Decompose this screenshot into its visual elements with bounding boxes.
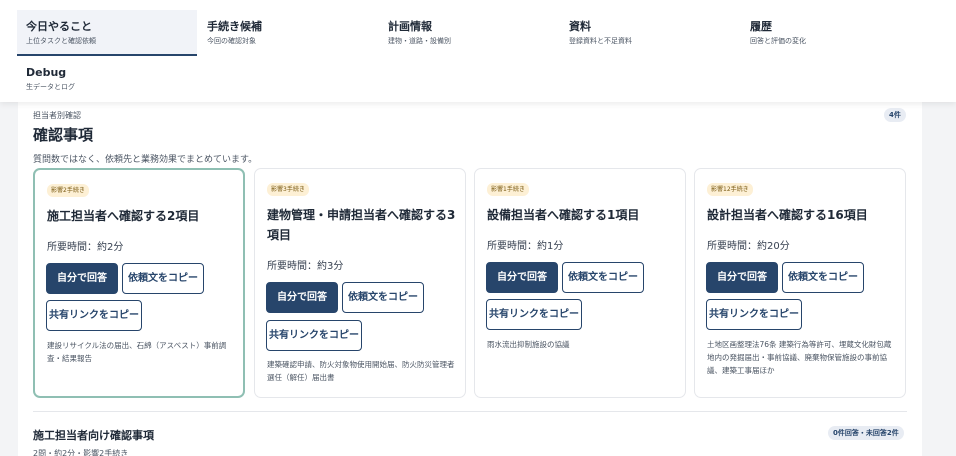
section-title: 確認事項 [33, 126, 94, 144]
card-time: 所要時間：約3分 [267, 261, 344, 272]
copy-share-link-button[interactable]: 共有リンクをコピー [486, 299, 582, 330]
section-description: 質問数ではなく、依頼先と業務効果でまとめています。 [33, 155, 258, 165]
request-card-building-management[interactable]: 影響3手続き 建物管理・申請担当者へ確認する3項目 所要時間：約3分 自分で回答… [254, 168, 466, 398]
copy-request-button[interactable]: 依頼文をコピー [342, 282, 424, 313]
tab-sublabel: 今回の確認対象 [207, 37, 256, 45]
answer-myself-button[interactable]: 自分で回答 [486, 262, 558, 293]
tab-procedure-candidates[interactable]: 手続き候補 今回の確認対象 [198, 10, 378, 56]
card-title: 設計担当者へ確認する16項目 [707, 208, 868, 222]
request-card-equipment[interactable]: 影響1手続き 設備担当者へ確認する1項目 所要時間：約1分 自分で回答 依頼文を… [474, 168, 686, 398]
impact-badge: 影響2手続き [47, 184, 89, 197]
tab-sublabel: 登録資料と不足資料 [569, 37, 632, 45]
tab-plan-info[interactable]: 計画情報 建物・道路・設備別 [379, 10, 559, 56]
card-procedures-note: 土地区画整理法76条 建築行為等許可、埋蔵文化財包蔵地内の発掘届出・事前協議、廃… [707, 340, 892, 375]
card-procedures-note: 雨水流出抑制施設の協議 [487, 340, 570, 349]
tab-label: 資料 [569, 20, 591, 33]
card-time: 所要時間：約20分 [707, 241, 790, 252]
section-eyebrow: 担当者別確認 [33, 111, 81, 120]
card-title: 施工担当者へ確認する2項目 [47, 209, 200, 223]
impact-badge: 影響3手続き [267, 183, 309, 196]
copy-share-link-button[interactable]: 共有リンクをコピー [266, 320, 362, 351]
card-title: 設備担当者へ確認する1項目 [487, 208, 640, 222]
request-card-construction[interactable]: 影響2手続き 施工担当者へ確認する2項目 所要時間：約2分 自分で回答 依頼文を… [33, 168, 245, 398]
copy-request-button[interactable]: 依頼文をコピー [562, 262, 644, 293]
top-navigation: 今日やること 上位タスクと確認依頼 手続き候補 今回の確認対象 計画情報 建物・… [0, 0, 956, 102]
card-title: 建物管理・申請担当者へ確認する3項目 [267, 208, 456, 242]
copy-share-link-button[interactable]: 共有リンクをコピー [706, 299, 802, 330]
answer-status-badge: 0件回答・未回答2件 [828, 426, 904, 440]
request-card-design[interactable]: 影響12手続き 設計担当者へ確認する16項目 所要時間：約20分 自分で回答 依… [694, 168, 906, 398]
tab-label: 計画情報 [388, 20, 432, 33]
card-time: 所要時間：約1分 [487, 241, 564, 252]
tab-sublabel: 生データとログ [26, 83, 75, 91]
count-badge: 4件 [884, 108, 906, 122]
copy-request-button[interactable]: 依頼文をコピー [782, 262, 864, 293]
copy-request-button[interactable]: 依頼文をコピー [122, 263, 204, 294]
tab-history[interactable]: 履歴 回答と評価の変化 [741, 10, 921, 56]
card-procedures-note: 建築確認申請、防火対象物使用開始届、防火防災管理者選任（解任）届出書 [267, 360, 455, 382]
card-time: 所要時間：約2分 [47, 242, 124, 253]
tab-sublabel: 回答と評価の変化 [750, 37, 806, 45]
tab-label: 履歴 [750, 20, 772, 33]
construction-section-meta: 2問・約2分・影響2手続き [33, 449, 129, 456]
copy-share-link-button[interactable]: 共有リンクをコピー [46, 300, 142, 331]
tab-label: Debug [26, 66, 67, 79]
tab-label: 手続き候補 [207, 20, 262, 33]
impact-badge: 影響1手続き [487, 183, 529, 196]
tab-today[interactable]: 今日やること 上位タスクと確認依頼 [17, 10, 197, 56]
answer-myself-button[interactable]: 自分で回答 [706, 262, 778, 293]
card-procedures-note: 建設リサイクル法の届出、石綿（アスベスト）事前調査・結果報告 [47, 341, 227, 363]
tab-debug[interactable]: Debug 生データとログ [17, 56, 197, 102]
tab-sublabel: 建物・道路・設備別 [388, 37, 451, 45]
tab-sublabel: 上位タスクと確認依頼 [26, 37, 96, 45]
section-divider [33, 411, 907, 412]
tab-documents[interactable]: 資料 登録資料と不足資料 [560, 10, 740, 56]
construction-section-title: 施工担当者向け確認事項 [33, 429, 154, 442]
confirmation-panel: 担当者別確認 確認事項 質問数ではなく、依頼先と業務効果でまとめています。 4件… [18, 102, 922, 456]
answer-myself-button[interactable]: 自分で回答 [266, 282, 338, 313]
answer-myself-button[interactable]: 自分で回答 [46, 263, 118, 294]
tab-label: 今日やること [26, 20, 92, 33]
impact-badge: 影響12手続き [707, 183, 753, 196]
